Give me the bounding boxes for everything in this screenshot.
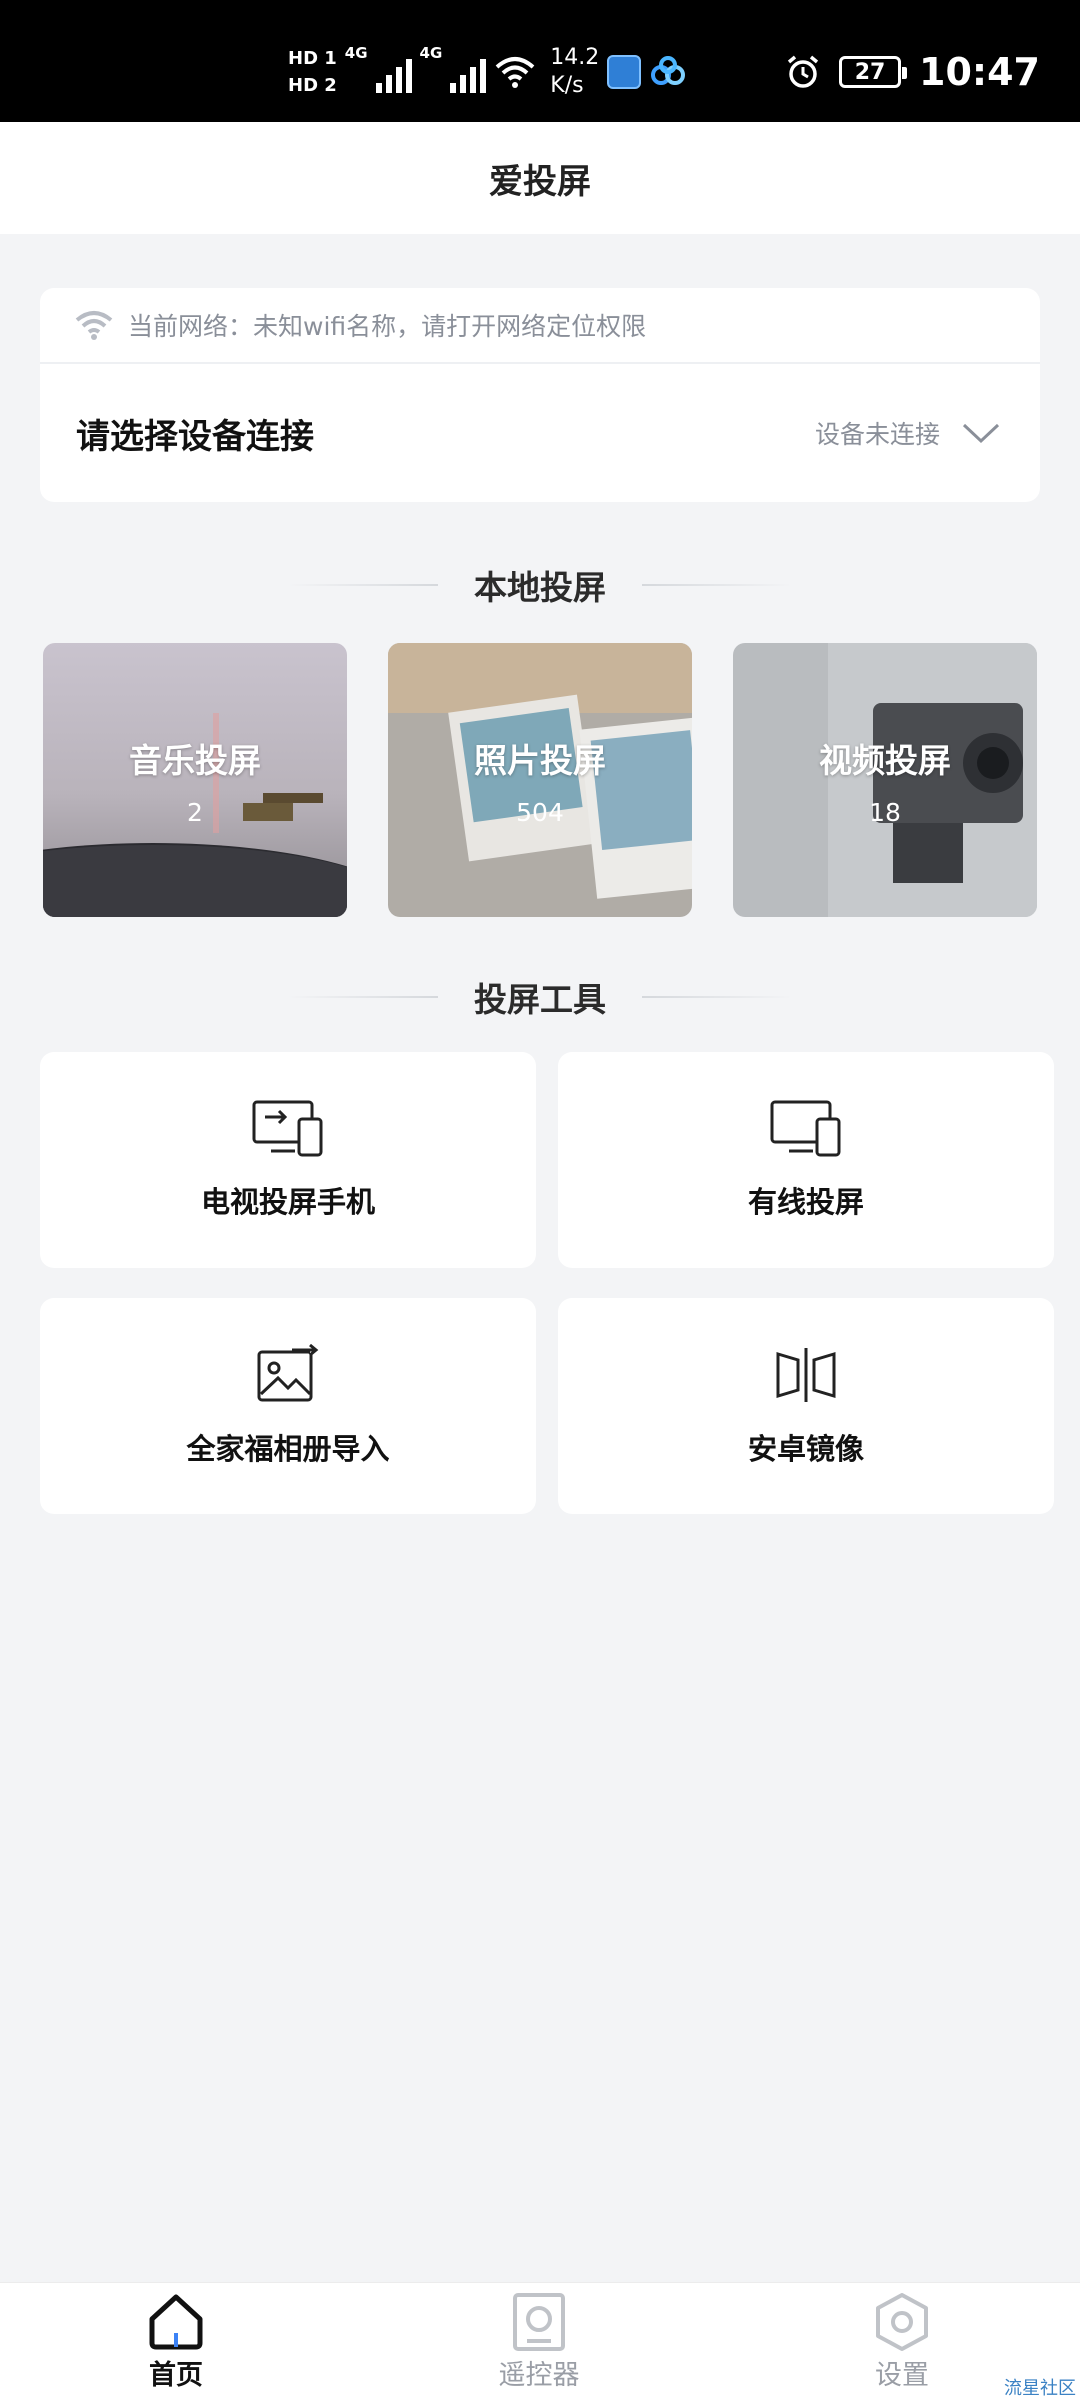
- photo-count: 504: [516, 797, 564, 827]
- sim1-hd-label: HD 1: [288, 48, 337, 69]
- video-cast-label: 视频投屏: [819, 740, 951, 780]
- tv-to-phone-label: 电视投屏手机: [200, 1185, 375, 1219]
- wifi-icon: [75, 311, 113, 340]
- music-tile-label-group: 音乐投屏 2: [129, 734, 261, 827]
- video-count: 18: [869, 797, 901, 827]
- video-tile-label-group: 视频投屏 18: [819, 734, 951, 827]
- nav-home-label: 首页: [149, 2360, 203, 2391]
- sim-indicators: HD 1 HD 2: [288, 48, 337, 96]
- divider: [642, 996, 792, 998]
- wired-cast-icon: [770, 1100, 841, 1157]
- photo-cast-label: 照片投屏: [474, 740, 606, 780]
- music-cast-tile[interactable]: 音乐投屏 2: [43, 643, 347, 917]
- page-title: 爱投屏: [489, 161, 591, 202]
- nav-home[interactable]: 首页: [96, 2293, 256, 2392]
- music-count: 2: [187, 797, 203, 827]
- photo-cast-tile[interactable]: 照片投屏 504: [388, 643, 692, 917]
- device-select-row[interactable]: 请选择设备连接 设备未连接: [40, 364, 1040, 502]
- local-cast-section-header: 本地投屏: [0, 560, 1080, 610]
- divider: [288, 584, 438, 586]
- nav-settings[interactable]: 设置: [822, 2293, 982, 2392]
- network-type-2: 4G: [419, 44, 443, 62]
- speed-unit: K/s: [550, 73, 584, 98]
- mirror-icon: [776, 1348, 836, 1402]
- android-mirror-card[interactable]: 安卓镜像: [558, 1298, 1054, 1514]
- chevron-down-icon: [962, 423, 1000, 444]
- status-right-group: 27 10:47: [785, 50, 1040, 94]
- current-network-row[interactable]: 当前网络：未知wifi名称，请打开网络定位权限: [40, 288, 1040, 364]
- clock: 10:47: [919, 50, 1040, 94]
- tools-section-header: 投屏工具: [0, 972, 1080, 1022]
- local-cast-title: 本地投屏: [474, 568, 606, 607]
- album-import-card[interactable]: 全家福相册导入: [40, 1298, 536, 1514]
- tv-to-phone-card[interactable]: 电视投屏手机: [40, 1052, 536, 1268]
- video-cast-tile[interactable]: 视频投屏 18: [733, 643, 1037, 917]
- nav-remote[interactable]: 遥控器: [459, 2293, 619, 2392]
- network-card: 当前网络：未知wifi名称，请打开网络定位权限 请选择设备连接 设备未连接: [40, 288, 1040, 502]
- wired-cast-label: 有线投屏: [747, 1185, 864, 1219]
- notification-app-icon: [607, 55, 642, 89]
- bottom-nav: 首页 遥控器 设置 流星社区: [0, 2282, 1080, 2400]
- battery-level: 27: [854, 59, 886, 85]
- battery-indicator: 27: [839, 56, 908, 88]
- network-speed: 14.2 K/s: [550, 44, 599, 100]
- wifi-icon: [495, 57, 535, 88]
- title-bar: 爱投屏: [0, 122, 1080, 234]
- tools-title: 投屏工具: [474, 980, 606, 1019]
- current-network-text: 当前网络：未知wifi名称，请打开网络定位权限: [128, 312, 647, 341]
- device-status-text: 设备未连接: [814, 420, 940, 449]
- watermark-text: 流星社区: [1004, 2378, 1076, 2399]
- signal-icon-1: [375, 51, 412, 93]
- settings-icon: [876, 2293, 928, 2351]
- speed-value: 14.2: [550, 45, 600, 70]
- home-icon: [149, 2294, 203, 2350]
- nav-settings-label: 设置: [875, 2360, 929, 2391]
- wired-cast-card[interactable]: 有线投屏: [558, 1052, 1054, 1268]
- sim2-hd-label: HD 2: [288, 75, 337, 96]
- album-import-icon: [257, 1344, 319, 1402]
- photo-tile-label-group: 照片投屏 504: [474, 734, 606, 827]
- nav-remote-label: 遥控器: [498, 2360, 580, 2391]
- remote-icon: [513, 2293, 565, 2351]
- signal-icon-2: [450, 51, 487, 93]
- status-bar: HD 1 HD 2 4G 4G 14.2 K/s 27 10:47: [0, 0, 1080, 122]
- tv-to-phone-icon: [252, 1100, 323, 1157]
- alarm-icon: [787, 55, 819, 88]
- device-status-dropdown[interactable]: 设备未连接: [815, 415, 1000, 451]
- cloud-app-icon: [651, 56, 686, 85]
- status-left-group: HD 1 HD 2 4G 4G 14.2 K/s: [288, 44, 687, 100]
- select-device-label: 请选择设备连接: [76, 416, 314, 457]
- network-type-1: 4G: [344, 44, 368, 62]
- album-import-label: 全家福相册导入: [186, 1432, 390, 1466]
- divider: [288, 996, 438, 998]
- divider: [642, 584, 792, 586]
- music-cast-label: 音乐投屏: [129, 740, 261, 780]
- android-mirror-label: 安卓镜像: [747, 1432, 864, 1466]
